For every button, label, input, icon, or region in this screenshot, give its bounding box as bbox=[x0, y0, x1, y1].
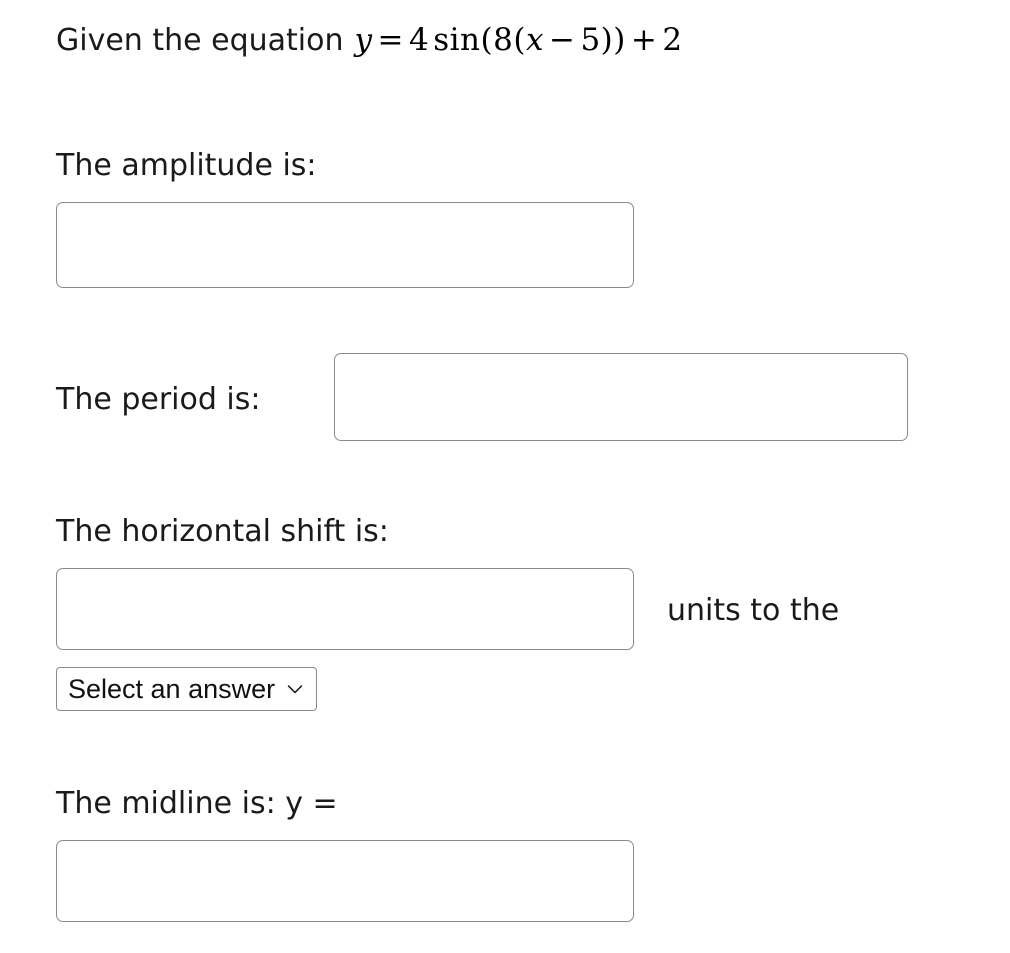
equation-open-paren-2: ( bbox=[513, 22, 526, 58]
midline-label: The midline is: y = bbox=[56, 786, 338, 821]
horizontal-shift-label: The horizontal shift is: bbox=[56, 514, 389, 549]
equation-expression: y = 4 sin(8(x −5)) +2 bbox=[354, 20, 682, 60]
equation-close-paren-1: ) bbox=[613, 22, 626, 58]
period-input[interactable] bbox=[334, 353, 908, 441]
horizontal-shift-input[interactable] bbox=[56, 568, 634, 650]
equation-minus: − bbox=[548, 22, 576, 58]
midline-input[interactable] bbox=[56, 840, 634, 922]
amplitude-input[interactable] bbox=[56, 202, 634, 288]
equation-amplitude: 4 bbox=[408, 22, 430, 58]
direction-select-value: Select an answer bbox=[68, 673, 276, 704]
units-to-the-text: units to the bbox=[667, 593, 840, 628]
question-prompt: Given the equation y = 4 sin(8(x −5)) +2 bbox=[56, 20, 683, 61]
equation-function: sin bbox=[433, 22, 481, 58]
question-page: Given the equation y = 4 sin(8(x −5)) +2 The … bbox=[0, 0, 1010, 953]
equation-vertical-shift: 2 bbox=[662, 22, 683, 58]
equation-variable: x bbox=[525, 22, 544, 58]
equation-plus: + bbox=[630, 22, 658, 58]
equation-shift: 5 bbox=[580, 22, 601, 58]
period-label: The period is: bbox=[56, 382, 261, 417]
amplitude-label: The amplitude is: bbox=[56, 148, 317, 183]
equation-close-paren-2: ) bbox=[600, 22, 614, 58]
prompt-text: Given the equation bbox=[56, 23, 344, 58]
direction-select[interactable]: Select an answer bbox=[56, 667, 318, 711]
chevron-down-icon bbox=[284, 678, 306, 700]
equation-frequency: 8 bbox=[493, 22, 514, 58]
equation-equals: = bbox=[377, 22, 404, 58]
equation-open-paren-1: ( bbox=[480, 22, 494, 58]
equation-lhs: y bbox=[354, 22, 373, 58]
